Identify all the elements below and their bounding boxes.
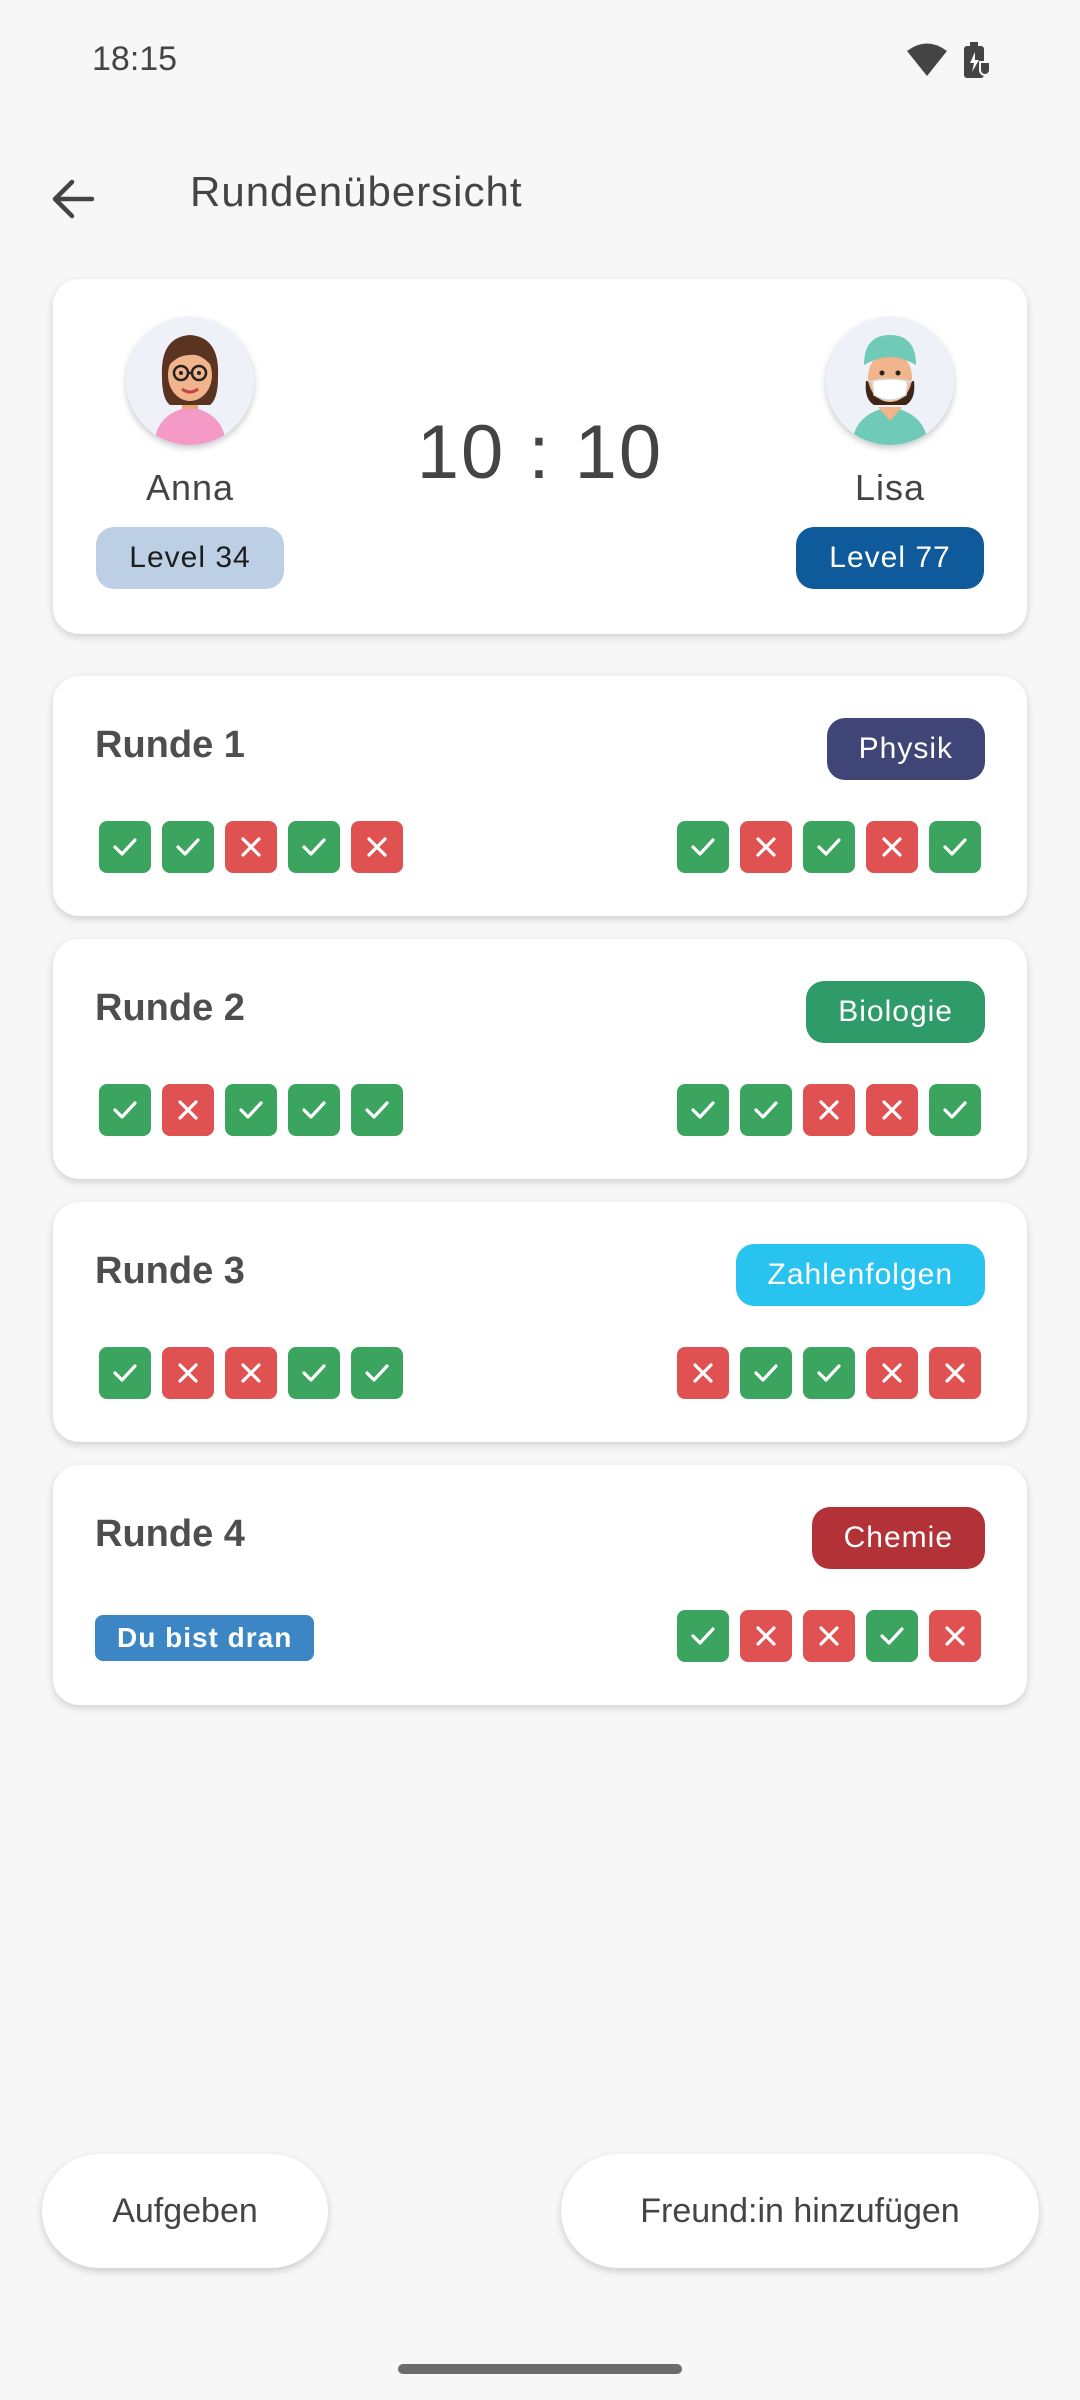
wrong-answer-icon <box>351 821 403 873</box>
correct-answer-icon <box>929 821 981 873</box>
correct-answer-icon <box>288 1084 340 1136</box>
wrong-answer-icon <box>740 1610 792 1662</box>
correct-answer-icon <box>740 1084 792 1136</box>
back-button[interactable] <box>40 168 106 234</box>
wrong-answer-icon <box>162 1347 214 1399</box>
wrong-answer-icon <box>866 1347 918 1399</box>
player-2-avatar <box>826 317 954 445</box>
wrong-answer-icon <box>225 821 277 873</box>
your-turn-badge[interactable]: Du bist dran <box>95 1615 315 1661</box>
status-time: 18:15 <box>92 40 178 78</box>
player-1-level-badge: Level 34 <box>96 527 284 589</box>
wifi-icon <box>906 42 948 83</box>
status-icons <box>906 40 992 85</box>
player-2-name: Lisa <box>854 467 926 508</box>
correct-answer-icon <box>803 821 855 873</box>
correct-answer-icon <box>677 1084 729 1136</box>
correct-answer-icon <box>929 1084 981 1136</box>
round-card-4[interactable]: Runde 4 Chemie Du bist dran <box>53 1465 1027 1705</box>
status-bar: 18:15 <box>0 0 1080 124</box>
player-2-level-badge: Level 77 <box>796 527 984 589</box>
correct-answer-icon <box>351 1084 403 1136</box>
wrong-answer-icon <box>929 1610 981 1662</box>
player-1-answers <box>99 1347 403 1399</box>
player-1-answers <box>99 1084 403 1136</box>
wrong-answer-icon <box>225 1347 277 1399</box>
wrong-answer-icon <box>803 1610 855 1662</box>
correct-answer-icon <box>677 1610 729 1662</box>
round-card-3[interactable]: Runde 3 Zahlenfolgen <box>53 1202 1027 1442</box>
wrong-answer-icon <box>866 821 918 873</box>
arrow-left-icon <box>50 176 96 227</box>
player-2-answers <box>677 1084 981 1136</box>
round-card-1[interactable]: Runde 1 Physik <box>53 676 1027 916</box>
player-2-answers <box>677 821 981 873</box>
round-title: Runde 3 <box>95 1250 245 1292</box>
correct-answer-icon <box>162 821 214 873</box>
wrong-answer-icon <box>162 1084 214 1136</box>
app-bar: Rundenübersicht <box>0 148 1080 248</box>
correct-answer-icon <box>225 1084 277 1136</box>
correct-answer-icon <box>351 1347 403 1399</box>
give-up-button[interactable]: Aufgeben <box>42 2154 328 2268</box>
round-title: Runde 2 <box>95 987 245 1029</box>
round-card-2[interactable]: Runde 2 Biologie <box>53 939 1027 1179</box>
correct-answer-icon <box>288 1347 340 1399</box>
player-2-answers <box>677 1610 981 1662</box>
wrong-answer-icon <box>677 1347 729 1399</box>
correct-answer-icon <box>99 821 151 873</box>
category-badge: Chemie <box>811 1507 985 1569</box>
correct-answer-icon <box>740 1347 792 1399</box>
category-badge: Physik <box>826 718 985 780</box>
round-title: Runde 1 <box>95 724 245 766</box>
category-badge: Biologie <box>806 981 985 1043</box>
correct-answer-icon <box>288 821 340 873</box>
wrong-answer-icon <box>929 1347 981 1399</box>
battery-charging-icon <box>962 40 992 85</box>
wrong-answer-icon <box>740 821 792 873</box>
wrong-answer-icon <box>866 1084 918 1136</box>
player-2: Lisa Level 77 <box>795 317 985 589</box>
correct-answer-icon <box>99 1084 151 1136</box>
player-2-answers <box>677 1347 981 1399</box>
player-1-answers <box>99 821 403 873</box>
add-friend-button[interactable]: Freund:in hinzufügen <box>561 2154 1039 2268</box>
home-indicator[interactable] <box>398 2364 682 2374</box>
page-title: Rundenübersicht <box>190 168 523 215</box>
category-badge: Zahlenfolgen <box>735 1244 985 1306</box>
round-title: Runde 4 <box>95 1513 245 1555</box>
score-card: Anna Level 34 10 : 10 Lisa Level 77 <box>53 279 1027 634</box>
correct-answer-icon <box>99 1347 151 1399</box>
correct-answer-icon <box>866 1610 918 1662</box>
correct-answer-icon <box>677 821 729 873</box>
wrong-answer-icon <box>803 1084 855 1136</box>
correct-answer-icon <box>803 1347 855 1399</box>
